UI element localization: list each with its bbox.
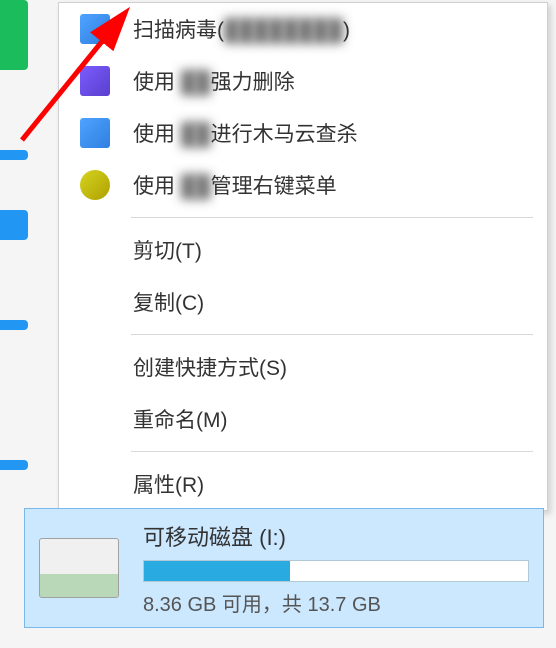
shield-icon xyxy=(77,13,113,45)
trash-icon xyxy=(77,65,113,97)
menu-label: 扫描病毒(████████) xyxy=(133,14,350,44)
left-block-blue xyxy=(0,320,28,330)
left-block-blue xyxy=(0,210,28,240)
cloud-scan-icon xyxy=(77,117,113,149)
menu-item-create-shortcut[interactable]: 创建快捷方式(S) xyxy=(59,341,547,393)
menu-label: 使用 ██强力删除 xyxy=(133,66,295,96)
menu-item-properties[interactable]: 属性(R) xyxy=(59,458,547,510)
drive-info: 可移动磁盘 (I:) 8.36 GB 可用，共 13.7 GB xyxy=(143,520,529,617)
menu-label: 使用 ██管理右键菜单 xyxy=(133,170,337,200)
drive-item-removable[interactable]: 可移动磁盘 (I:) 8.36 GB 可用，共 13.7 GB xyxy=(24,508,544,628)
menu-separator xyxy=(131,451,533,452)
menu-separator xyxy=(131,217,533,218)
menu-item-manage-rightclick[interactable]: 使用 ██管理右键菜单 xyxy=(59,159,547,211)
left-block-blue xyxy=(0,150,28,160)
menu-item-trojan-scan[interactable]: 使用 ██进行木马云查杀 xyxy=(59,107,547,159)
left-block-blue xyxy=(0,460,28,470)
drive-stats: 8.36 GB 可用，共 13.7 GB xyxy=(143,588,529,617)
menu-item-force-delete[interactable]: 使用 ██强力删除 xyxy=(59,55,547,107)
menu-label: 剪切(T) xyxy=(133,235,202,265)
menu-item-rename[interactable]: 重命名(M) xyxy=(59,393,547,445)
context-menu: 扫描病毒(████████) 使用 ██强力删除 使用 ██进行木马云查杀 使用… xyxy=(58,2,548,511)
removable-disk-icon xyxy=(39,538,119,598)
left-block-green xyxy=(0,0,28,70)
menu-label: 属性(R) xyxy=(133,469,204,499)
drive-name: 可移动磁盘 (I:) xyxy=(143,520,529,552)
menu-label: 重命名(M) xyxy=(133,404,227,434)
menu-icon xyxy=(77,169,113,201)
drive-usage-bar xyxy=(143,560,529,582)
menu-item-copy[interactable]: 复制(C) xyxy=(59,276,547,328)
menu-label: 复制(C) xyxy=(133,287,204,317)
menu-item-scan-virus[interactable]: 扫描病毒(████████) xyxy=(59,3,547,55)
menu-label: 创建快捷方式(S) xyxy=(133,352,287,382)
menu-item-cut[interactable]: 剪切(T) xyxy=(59,224,547,276)
menu-label: 使用 ██进行木马云查杀 xyxy=(133,118,358,148)
drive-usage-fill xyxy=(144,561,290,581)
menu-separator xyxy=(131,334,533,335)
